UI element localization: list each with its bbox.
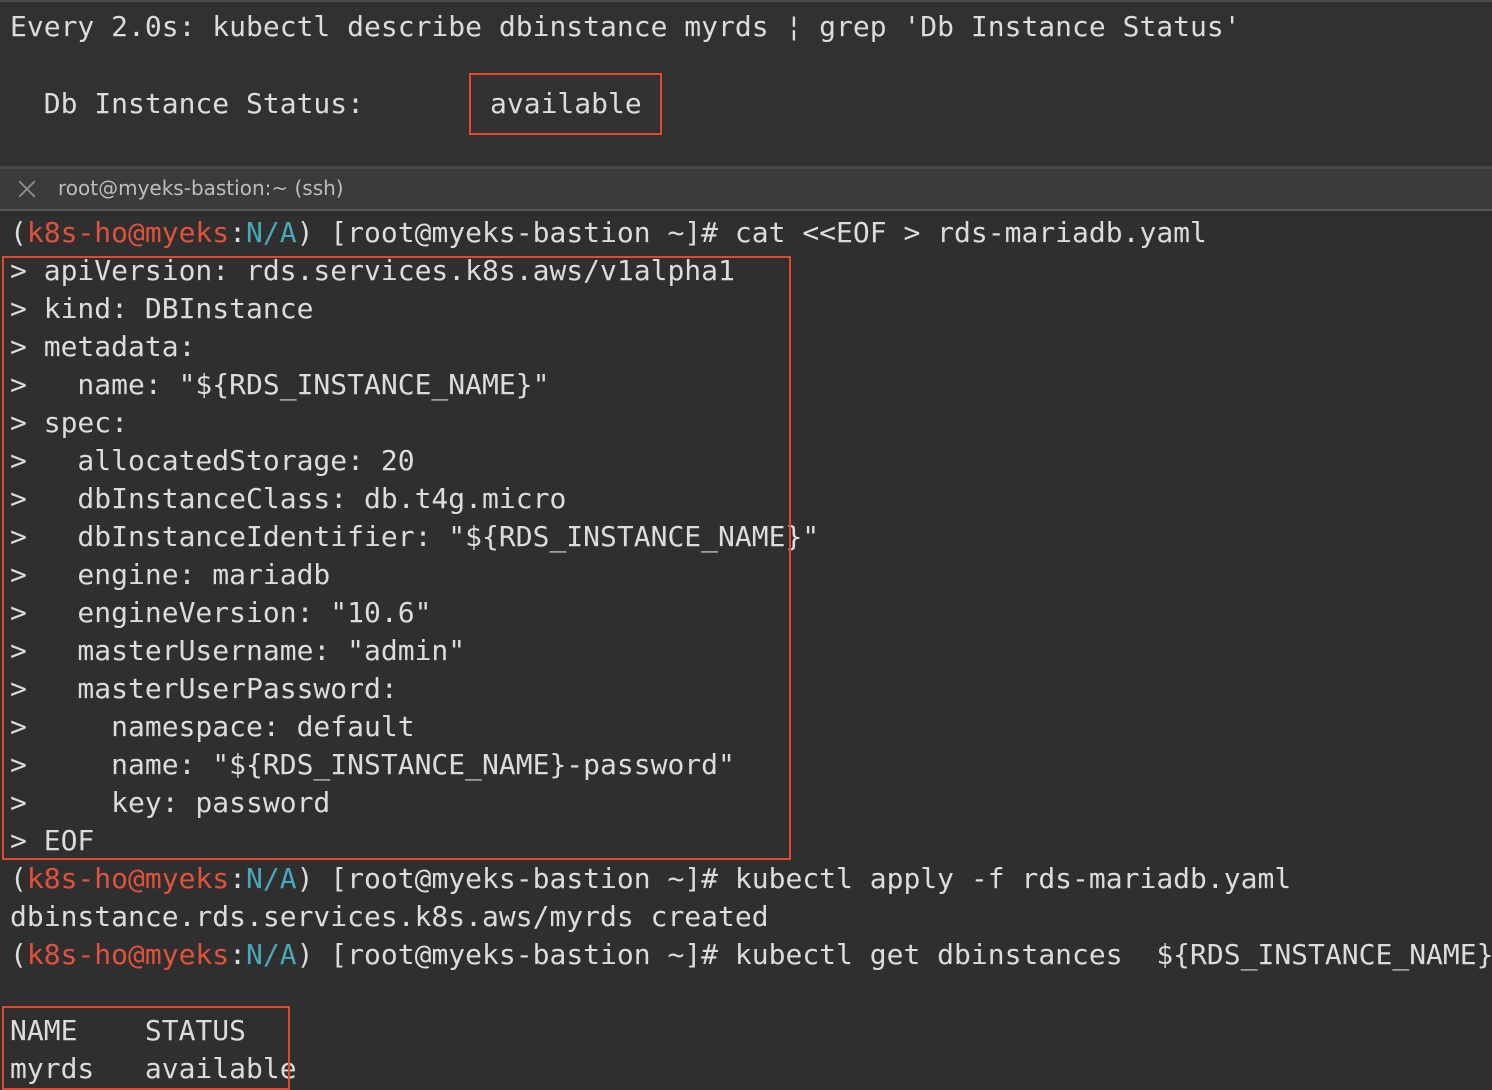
table-highlight-box [2, 1006, 290, 1090]
prompt-namespace: N/A [246, 938, 297, 971]
prompt-line-cat: (k8s-ho@myeks:N/A) [root@myeks-bastion ~… [10, 214, 1207, 252]
prompt-close: ) [root@myeks-bastion ~]# [296, 938, 735, 971]
prompt-context: k8s-ho@myeks [26, 216, 230, 249]
tab-title: root@myeks-bastion:~ (ssh) [58, 176, 344, 200]
prompt-namespace: N/A [246, 216, 297, 249]
prompt-close: ) [root@myeks-bastion ~]# [296, 216, 735, 249]
heredoc-highlight-box [2, 256, 791, 860]
prompt-sep: : [229, 938, 247, 971]
apply-output: dbinstance.rds.services.k8s.aws/myrds cr… [10, 900, 769, 933]
watch-status-label: Db Instance Status: [10, 87, 483, 120]
prompt-namespace: N/A [246, 862, 297, 895]
status-highlight-box [469, 73, 662, 135]
prompt-context: k8s-ho@myeks [26, 938, 230, 971]
watch-pane: Every 2.0s: kubectl describe dbinstance … [0, 0, 1492, 166]
terminal-output[interactable]: (k8s-ho@myeks:N/A) [root@myeks-bastion ~… [0, 212, 1492, 1090]
prompt-sep: : [229, 862, 247, 895]
prompt-close: ) [root@myeks-bastion ~]# [296, 862, 735, 895]
prompt-line-get: (k8s-ho@myeks:N/A) [root@myeks-bastion ~… [10, 936, 1492, 974]
watch-header: Every 2.0s: kubectl describe dbinstance … [10, 10, 1241, 43]
close-icon[interactable] [16, 178, 38, 200]
command-apply: kubectl apply -f rds-mariadb.yaml [734, 862, 1292, 895]
prompt-open: ( [10, 216, 27, 249]
prompt-context: k8s-ho@myeks [26, 862, 230, 895]
session-tab[interactable]: root@myeks-bastion:~ (ssh) [0, 169, 1492, 211]
command-cat: cat <<EOF > rds-mariadb.yaml [734, 216, 1207, 249]
command-get: kubectl get dbinstances ${RDS_INSTANCE_N… [734, 938, 1492, 971]
prompt-open: ( [10, 862, 27, 895]
prompt-sep: : [229, 216, 247, 249]
prompt-line-apply: (k8s-ho@myeks:N/A) [root@myeks-bastion ~… [10, 860, 1291, 898]
prompt-open: ( [10, 938, 27, 971]
